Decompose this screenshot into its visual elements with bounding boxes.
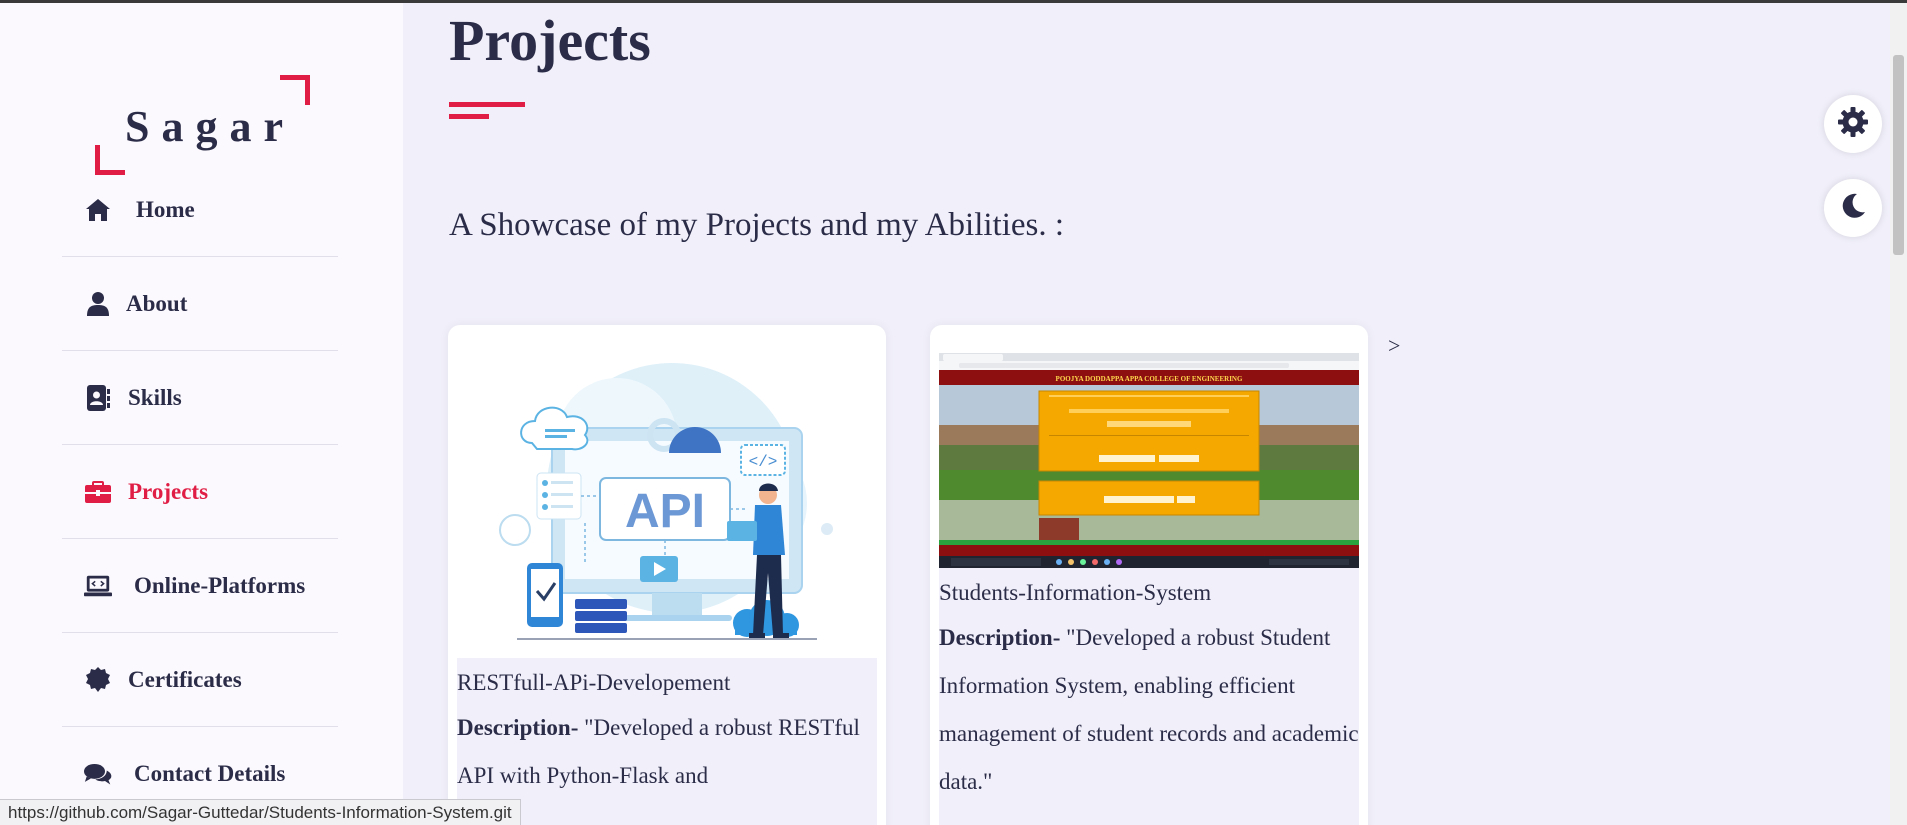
api-image-text: API [625, 485, 705, 538]
svg-text:</>: </> [749, 453, 778, 471]
main-content: Projects A Showcase of my Projects and m… [403, 3, 1907, 825]
address-book-icon [84, 384, 112, 412]
sidebar-item-label: Contact Details [134, 760, 286, 786]
briefcase-icon [84, 478, 112, 506]
scrollbar-thumb[interactable] [1893, 55, 1904, 255]
status-bar-url: https://github.com/Sagar-Guttedar/Studen… [0, 799, 521, 825]
sidebar-item-label: Online-Platforms [134, 572, 306, 598]
title-underline [449, 102, 525, 107]
sidebar-item-certificates[interactable]: Certificates [62, 633, 338, 727]
home-icon [84, 196, 112, 224]
project-image-api[interactable]: API </> [457, 333, 877, 658]
sidebar-item-about[interactable]: About [62, 257, 338, 351]
sidebar-nav: Home About Skills Projects Online-Platfo… [62, 163, 338, 821]
description-label: Description- [939, 625, 1061, 650]
sidebar-item-label: Skills [128, 384, 182, 410]
project-card[interactable]: POOJYA DODDAPPA APPA COLLEGE OF ENGINEER… [930, 325, 1368, 825]
sidebar: Sagar Home About Skills Projects Online-… [0, 3, 403, 825]
project-name: Students-Information-System [939, 580, 1212, 605]
project-card[interactable]: API </> RESTfull-APi-Developement Descri… [448, 325, 886, 825]
moon-icon [1839, 192, 1867, 225]
title-underline-short [449, 114, 489, 119]
page-subtitle: A Showcase of my Projects and my Abiliti… [449, 207, 1065, 243]
sidebar-item-skills[interactable]: Skills [62, 351, 338, 445]
logo-text: Sagar [125, 102, 295, 151]
sidebar-item-online-platforms[interactable]: Online-Platforms [62, 539, 338, 633]
certificate-icon [84, 666, 112, 694]
project-description: Description- "Developed a robust RESTful… [457, 704, 877, 800]
theme-toggle-button[interactable] [1824, 179, 1882, 237]
logo[interactable]: Sagar [95, 75, 310, 175]
sidebar-item-label: About [126, 290, 188, 316]
screenshot-header-text: POOJYA DODDAPPA APPA COLLEGE OF ENGINEER… [1056, 375, 1243, 383]
next-project-arrow[interactable]: > [1388, 333, 1400, 359]
page-scrollbar[interactable] [1890, 3, 1907, 825]
sidebar-item-label: Certificates [128, 666, 242, 692]
project-name: RESTfull-APi-Developement [457, 670, 731, 695]
gear-icon [1838, 106, 1868, 142]
comments-icon [84, 760, 112, 788]
sidebar-item-home[interactable]: Home [62, 163, 338, 257]
sidebar-item-label: Home [136, 196, 195, 222]
description-text: "Developed a robust Student Information … [939, 625, 1359, 794]
project-card-body: Students-Information-System Description-… [939, 568, 1359, 825]
description-label: Description- [457, 715, 579, 740]
project-description: Description- "Developed a robust Student… [939, 614, 1359, 806]
page-title: Projects [449, 8, 651, 73]
user-icon [84, 290, 112, 318]
project-image-students-info-system[interactable]: POOJYA DODDAPPA APPA COLLEGE OF ENGINEER… [939, 353, 1359, 568]
settings-button[interactable] [1824, 95, 1882, 153]
sidebar-item-label: Projects [128, 478, 209, 504]
laptop-code-icon [84, 572, 112, 600]
sidebar-item-projects[interactable]: Projects [62, 445, 338, 539]
